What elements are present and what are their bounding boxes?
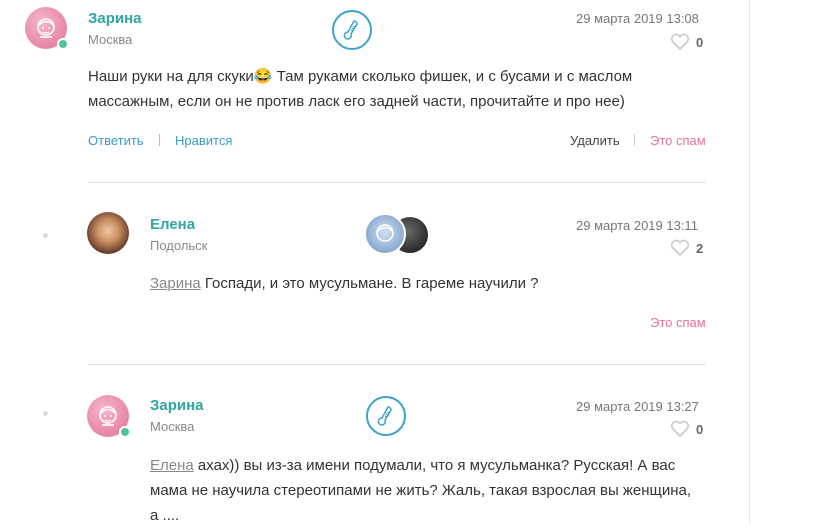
avatar[interactable] <box>25 7 69 50</box>
comment-date: 29 марта 2019 13:08 <box>576 11 699 26</box>
spam-button[interactable]: Это спам <box>650 315 706 330</box>
like-count: 0 <box>696 34 704 50</box>
comment-text: Зарина Госпади, и это мусульмане. В гаре… <box>150 271 690 296</box>
reaction-avatar <box>364 213 406 255</box>
author-city: Москва <box>88 32 133 47</box>
comment-text-line: мама не научила стереотипами не жить? Жа… <box>150 482 692 499</box>
reply-button[interactable]: Ответить <box>88 133 144 148</box>
avatar-placeholder-icon <box>376 224 394 242</box>
like-counter[interactable]: 2 <box>670 239 703 257</box>
comments-page: Зарина Москва 29 марта 2019 13:08 0 Наши… <box>0 0 840 525</box>
author-city: Москва <box>150 419 195 434</box>
comment-date: 29 марта 2019 13:11 <box>576 218 698 233</box>
heart-icon[interactable] <box>670 420 690 438</box>
mention-link[interactable]: Зарина <box>150 275 201 292</box>
like-counter[interactable]: 0 <box>670 33 703 51</box>
action-separator <box>159 134 160 146</box>
like-counter[interactable]: 0 <box>670 420 703 438</box>
author-name[interactable]: Елена <box>150 216 195 233</box>
comment-date: 29 марта 2019 13:27 <box>576 399 699 414</box>
comment-3: Зарина Москва 29 марта 2019 13:27 0 Елен… <box>0 365 750 525</box>
online-indicator <box>119 426 131 438</box>
thermometer-badge-icon <box>366 396 406 436</box>
author-name[interactable]: Зарина <box>150 397 204 414</box>
thread-dot <box>43 411 48 416</box>
mention-link[interactable]: Елена <box>150 457 194 474</box>
author-city: Подольск <box>150 238 208 253</box>
comment-text-line: а .... <box>150 507 180 524</box>
like-count: 0 <box>696 421 704 437</box>
like-count: 2 <box>696 240 704 256</box>
like-button[interactable]: Нравится <box>175 133 232 148</box>
reactions-group[interactable] <box>364 213 434 257</box>
avatar[interactable] <box>87 212 129 254</box>
comment-2: Елена Подольск 29 марта 2019 13:11 2 Зар… <box>0 183 750 363</box>
heart-icon[interactable] <box>670 239 690 257</box>
thread-dot <box>43 233 48 238</box>
thermometer-badge-icon <box>332 10 372 50</box>
comment-text-body: Госпади, и это мусульмане. В гареме науч… <box>200 275 539 292</box>
delete-button[interactable]: Удалить <box>570 133 620 148</box>
action-separator <box>634 134 635 146</box>
avatar-placeholder-icon <box>99 406 117 426</box>
comment-1: Зарина Москва 29 марта 2019 13:08 0 Наши… <box>0 0 750 185</box>
comment-text: Елена ахах)) вы из-за имени подумали, чт… <box>150 453 740 528</box>
online-indicator <box>57 38 69 50</box>
avatar[interactable] <box>87 395 131 438</box>
spam-button[interactable]: Это спам <box>650 133 706 148</box>
comment-text: Наши руки на для скуки😂 Там руками сколь… <box>88 68 633 110</box>
comment-text-line: ахах)) вы из-за имени подумали, что я му… <box>193 457 676 474</box>
heart-icon[interactable] <box>670 33 690 51</box>
avatar-placeholder-icon <box>37 18 55 38</box>
author-name[interactable]: Зарина <box>88 10 142 27</box>
